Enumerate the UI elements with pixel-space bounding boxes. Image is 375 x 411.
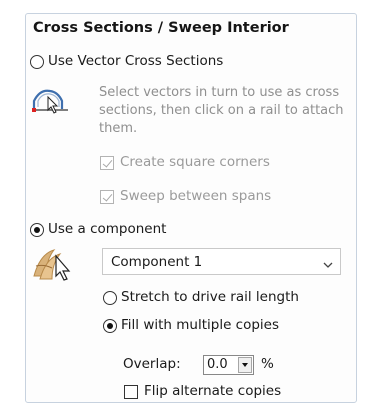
use-component-label[interactable]: Use a component: [48, 221, 166, 237]
cross-section-rail-icon: [32, 85, 70, 119]
overlap-input[interactable]: 0.0: [203, 355, 254, 375]
chevron-down-icon: [323, 257, 333, 268]
fill-multiple-copies-radio[interactable]: [103, 319, 117, 333]
component-dropdown[interactable]: Component 1: [102, 248, 341, 275]
component-cursor-icon: [32, 246, 78, 288]
stretch-rail-label[interactable]: Stretch to drive rail length: [121, 289, 299, 305]
overlap-label: Overlap:: [123, 356, 181, 372]
vector-cross-sections-label[interactable]: Use Vector Cross Sections: [48, 53, 223, 69]
component-dropdown-value: Component 1: [111, 254, 203, 270]
flip-alternate-checkbox[interactable]: [124, 385, 138, 399]
sweep-between-spans-checkbox[interactable]: [100, 190, 114, 204]
overlap-unit: %: [261, 356, 274, 372]
overlap-dropdown-button[interactable]: [238, 357, 252, 373]
create-square-corners-label[interactable]: Create square corners: [120, 154, 270, 170]
use-component-radio[interactable]: [30, 223, 44, 237]
section-title: Cross Sections / Sweep Interior: [33, 20, 289, 36]
cross-sections-panel: Cross Sections / Sweep Interior Use Vect…: [25, 13, 357, 403]
create-square-corners-checkbox[interactable]: [100, 156, 114, 170]
stretch-rail-radio[interactable]: [103, 291, 117, 305]
overlap-value: 0.0: [207, 357, 228, 372]
sweep-between-spans-label[interactable]: Sweep between spans: [120, 188, 271, 204]
flip-alternate-label[interactable]: Flip alternate copies: [144, 383, 281, 399]
vector-instructions: Select vectors in turn to use as cross s…: [99, 85, 344, 136]
vector-cross-sections-radio[interactable]: [30, 55, 44, 69]
fill-multiple-copies-label[interactable]: Fill with multiple copies: [121, 317, 279, 333]
